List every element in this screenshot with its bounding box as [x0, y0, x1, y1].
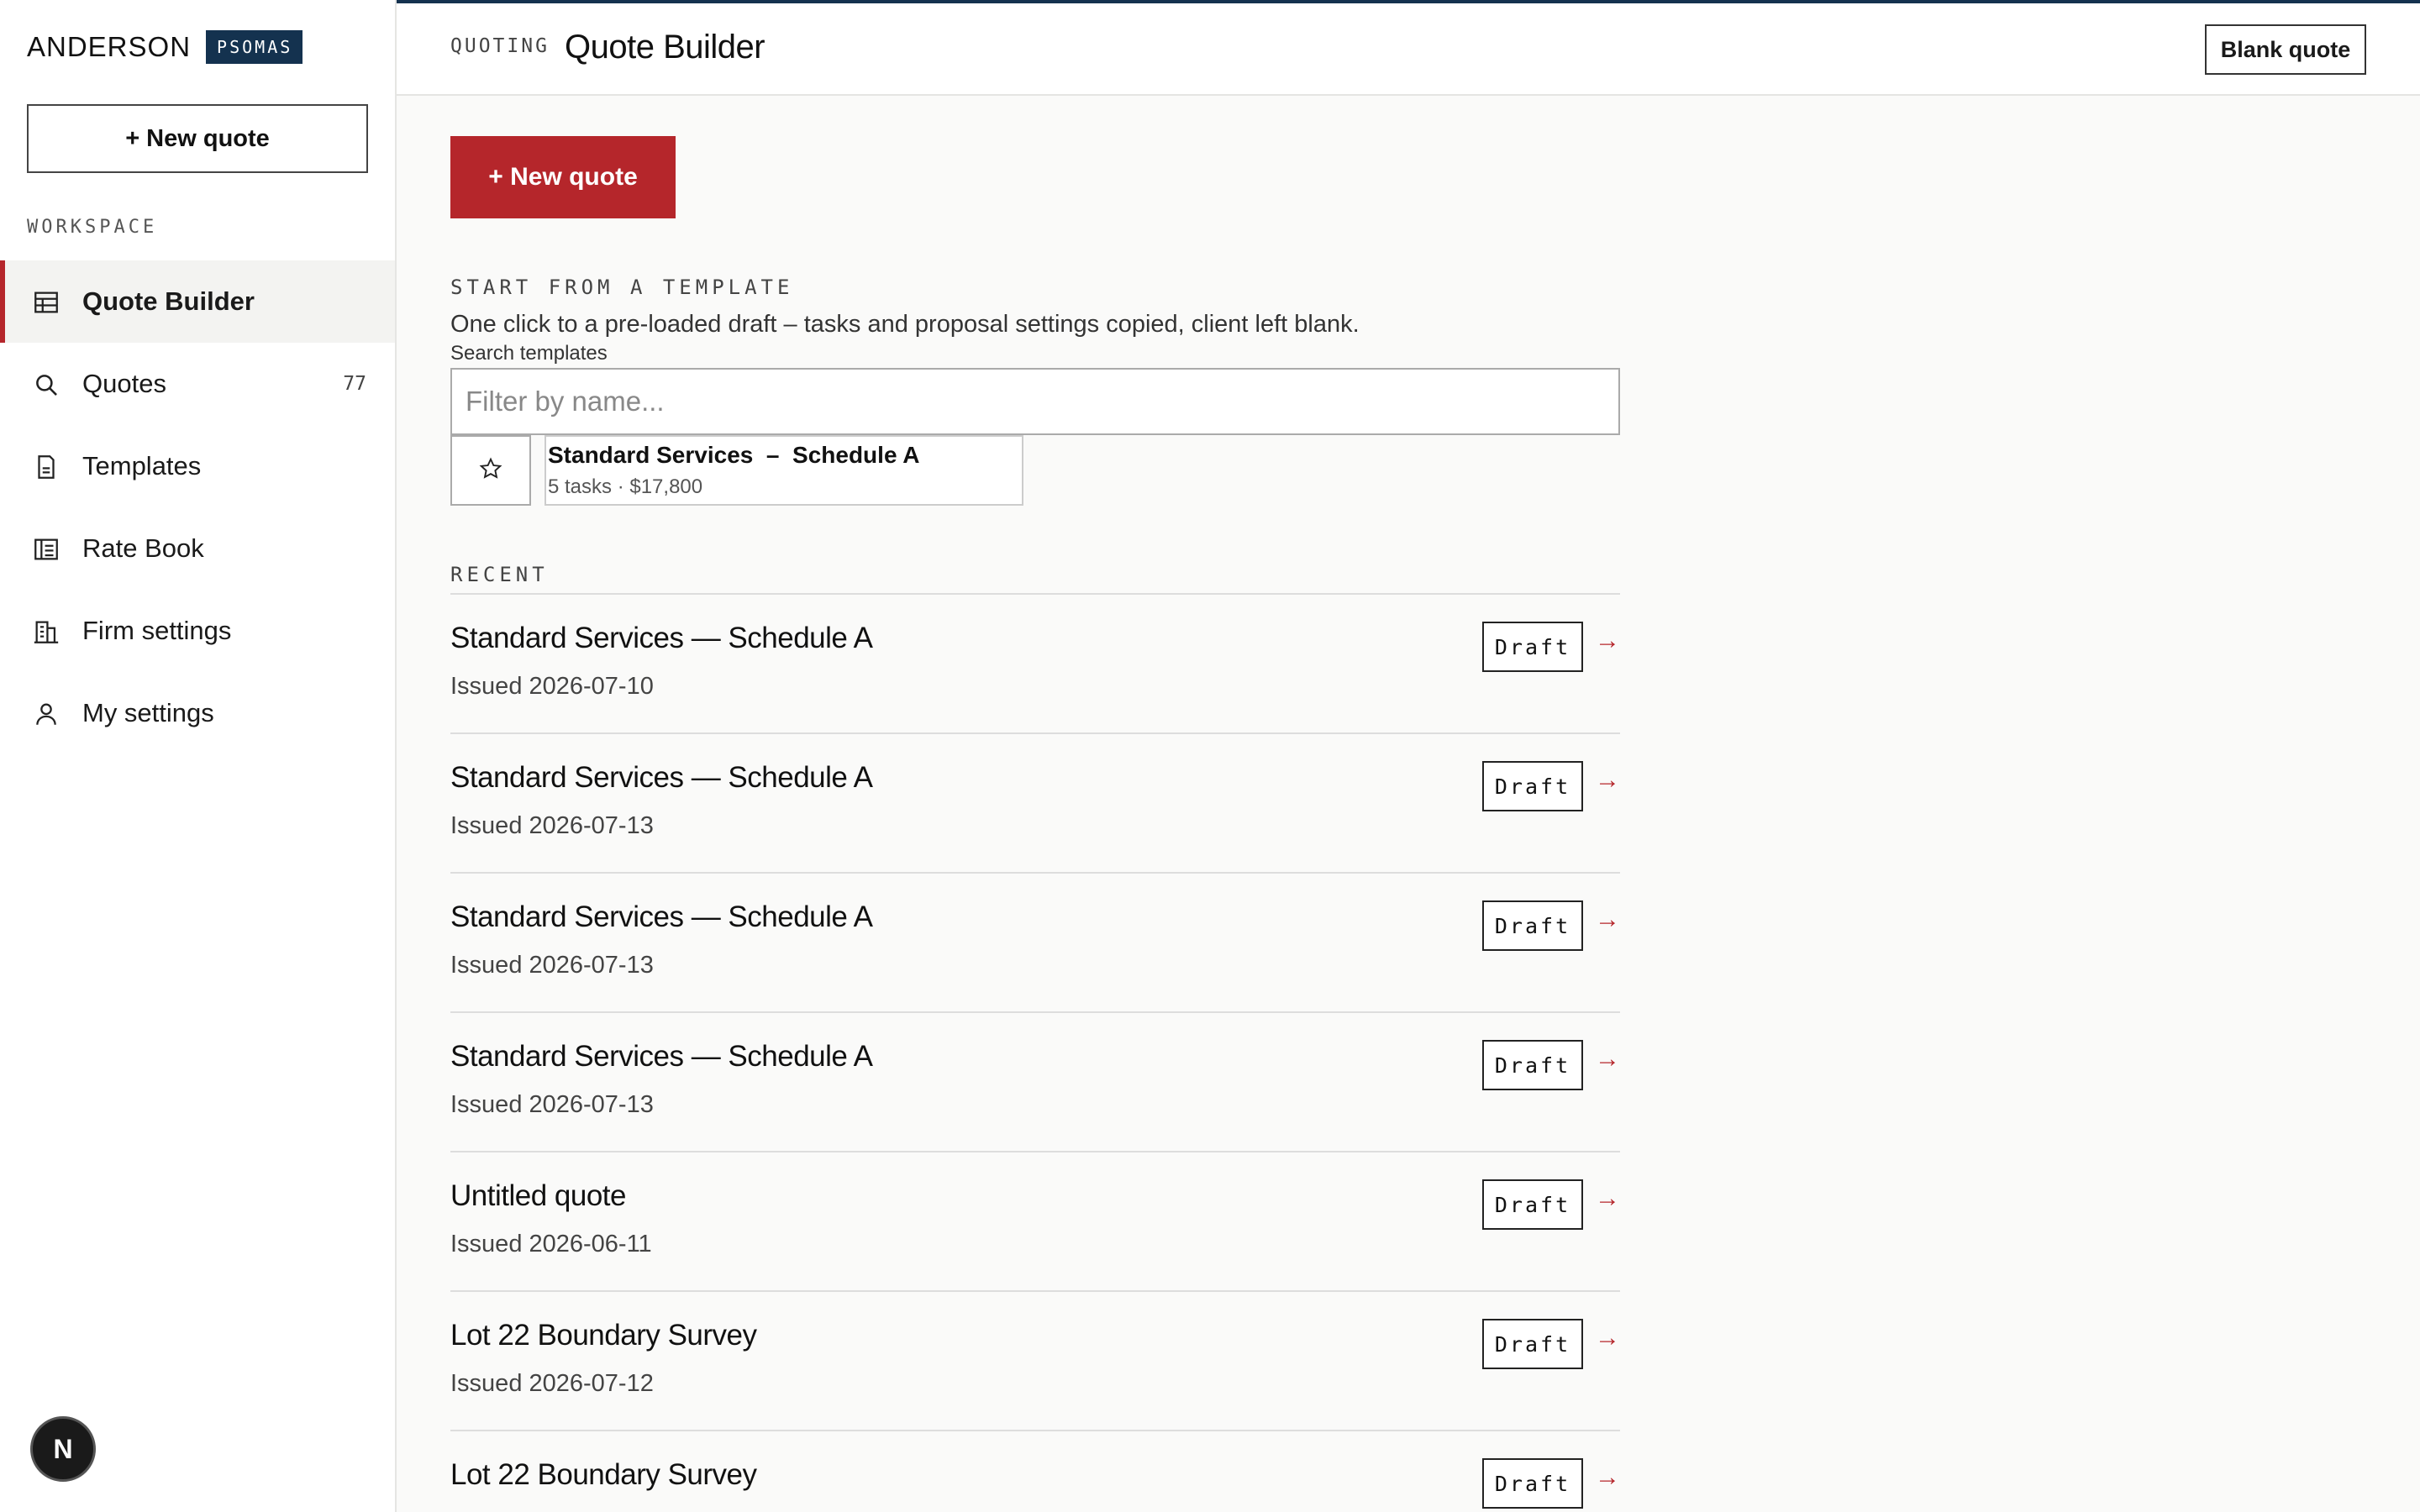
- arrow-right-icon[interactable]: →: [1595, 627, 1620, 655]
- sidebar-item-quote-builder[interactable]: Quote Builder: [0, 260, 395, 343]
- sidebar-nav: Quote Builder Quotes 77 Templates Rate B…: [0, 260, 395, 754]
- sidebar-item-label: Rate Book: [82, 533, 204, 563]
- search-icon: [32, 370, 60, 399]
- workspace-section-label: WORKSPACE: [27, 217, 158, 238]
- quote-issued-date: Issued 2026-07-10: [450, 673, 654, 700]
- quote-title: Standard Services — Schedule A: [450, 1040, 873, 1073]
- arrow-right-icon[interactable]: →: [1595, 1463, 1620, 1492]
- sidebar-item-label: Quote Builder: [82, 286, 255, 316]
- recent-quotes-list: Standard Services — Schedule A Issued 20…: [450, 595, 1620, 1512]
- template-card[interactable]: Standard Services – Schedule A 5 tasks ·…: [544, 435, 1023, 506]
- recent-quote-item[interactable]: Untitled quote Issued 2026-06-11 Draft →: [450, 1152, 1620, 1292]
- quote-title: Lot 22 Boundary Survey: [450, 1458, 757, 1491]
- quote-title: Standard Services — Schedule A: [450, 622, 873, 654]
- book-table-icon: [32, 535, 60, 564]
- sidebar-new-quote-button[interactable]: + New quote: [27, 104, 368, 173]
- template-card-title: Standard Services – Schedule A: [548, 442, 920, 468]
- quote-issued-date: Issued 2026-07-13: [450, 812, 654, 839]
- page-title: Quote Builder: [565, 29, 765, 66]
- status-badge: Draft: [1482, 1458, 1583, 1509]
- arrow-right-icon[interactable]: →: [1595, 1184, 1620, 1213]
- search-templates-label: Search templates: [450, 342, 608, 365]
- breadcrumb: QUOTING: [450, 35, 550, 57]
- status-badge: Draft: [1482, 761, 1583, 811]
- status-badge: Draft: [1482, 1179, 1583, 1230]
- quote-title: Standard Services — Schedule A: [450, 761, 873, 794]
- user-icon: [32, 700, 60, 728]
- arrow-right-icon[interactable]: →: [1595, 766, 1620, 795]
- new-quote-button[interactable]: + New quote: [450, 136, 676, 218]
- recent-quote-item[interactable]: Standard Services — Schedule A Issued 20…: [450, 595, 1620, 734]
- sidebar-item-label: Quotes: [82, 369, 166, 398]
- favorite-template-button[interactable]: [450, 435, 531, 506]
- quotes-count-badge: 77: [343, 373, 366, 395]
- star-icon: [478, 456, 503, 486]
- user-avatar[interactable]: N: [30, 1416, 96, 1482]
- recent-section-label: RECENT: [450, 563, 549, 586]
- sidebar-item-rate-book[interactable]: Rate Book: [0, 507, 395, 590]
- brand-badge: PSOMAS: [206, 30, 303, 64]
- quote-issued-date: Issued 2026-07-12: [450, 1370, 654, 1397]
- quote-issued-date: Issued 2026-07-13: [450, 952, 654, 979]
- recent-quote-item[interactable]: Standard Services — Schedule A Issued 20…: [450, 874, 1620, 1013]
- arrow-right-icon[interactable]: →: [1595, 1324, 1620, 1352]
- arrow-right-icon[interactable]: →: [1595, 1045, 1620, 1074]
- quote-title: Lot 22 Boundary Survey: [450, 1319, 757, 1352]
- status-badge: Draft: [1482, 622, 1583, 672]
- recent-quote-item[interactable]: Lot 22 Boundary Survey Draft →: [450, 1431, 1620, 1512]
- brand-name: ANDERSON: [27, 31, 192, 62]
- sidebar-item-label: Templates: [82, 451, 202, 480]
- table-icon: [32, 288, 60, 317]
- top-header: QUOTING Quote Builder Blank quote: [397, 0, 2420, 96]
- templates-description: One click to a pre-loaded draft – tasks …: [450, 311, 1360, 338]
- brand-logo: ANDERSON PSOMAS: [27, 30, 303, 64]
- sidebar-item-firm-settings[interactable]: Firm settings: [0, 590, 395, 672]
- quote-title: Untitled quote: [450, 1179, 626, 1212]
- status-badge: Draft: [1482, 1319, 1583, 1369]
- quote-issued-date: Issued 2026-06-11: [450, 1231, 652, 1257]
- document-icon: [32, 453, 60, 481]
- recent-quote-item[interactable]: Standard Services — Schedule A Issued 20…: [450, 734, 1620, 874]
- recent-quote-item[interactable]: Lot 22 Boundary Survey Issued 2026-07-12…: [450, 1292, 1620, 1431]
- sidebar-item-label: Firm settings: [82, 616, 232, 645]
- blank-quote-button[interactable]: Blank quote: [2205, 24, 2366, 75]
- recent-quote-item[interactable]: Standard Services — Schedule A Issued 20…: [450, 1013, 1620, 1152]
- templates-section-label: START FROM A TEMPLATE: [450, 276, 794, 299]
- sidebar-item-templates[interactable]: Templates: [0, 425, 395, 507]
- sidebar: ANDERSON PSOMAS + New quote WORKSPACE Qu…: [0, 0, 397, 1512]
- sidebar-item-my-settings[interactable]: My settings: [0, 672, 395, 754]
- template-row: Standard Services – Schedule A 5 tasks ·…: [450, 435, 1023, 506]
- sidebar-item-label: My settings: [82, 698, 214, 727]
- sidebar-item-quotes[interactable]: Quotes 77: [0, 343, 395, 425]
- main-content: QUOTING Quote Builder Blank quote + New …: [397, 0, 2420, 1512]
- quote-issued-date: Issued 2026-07-13: [450, 1091, 654, 1118]
- status-badge: Draft: [1482, 1040, 1583, 1090]
- arrow-right-icon[interactable]: →: [1595, 906, 1620, 934]
- template-card-meta: 5 tasks · $17,800: [548, 475, 703, 498]
- template-search-input[interactable]: [450, 368, 1620, 435]
- quote-title: Standard Services — Schedule A: [450, 900, 873, 933]
- status-badge: Draft: [1482, 900, 1583, 951]
- app: ANDERSON PSOMAS + New quote WORKSPACE Qu…: [0, 0, 2420, 1512]
- building-icon: [32, 617, 60, 646]
